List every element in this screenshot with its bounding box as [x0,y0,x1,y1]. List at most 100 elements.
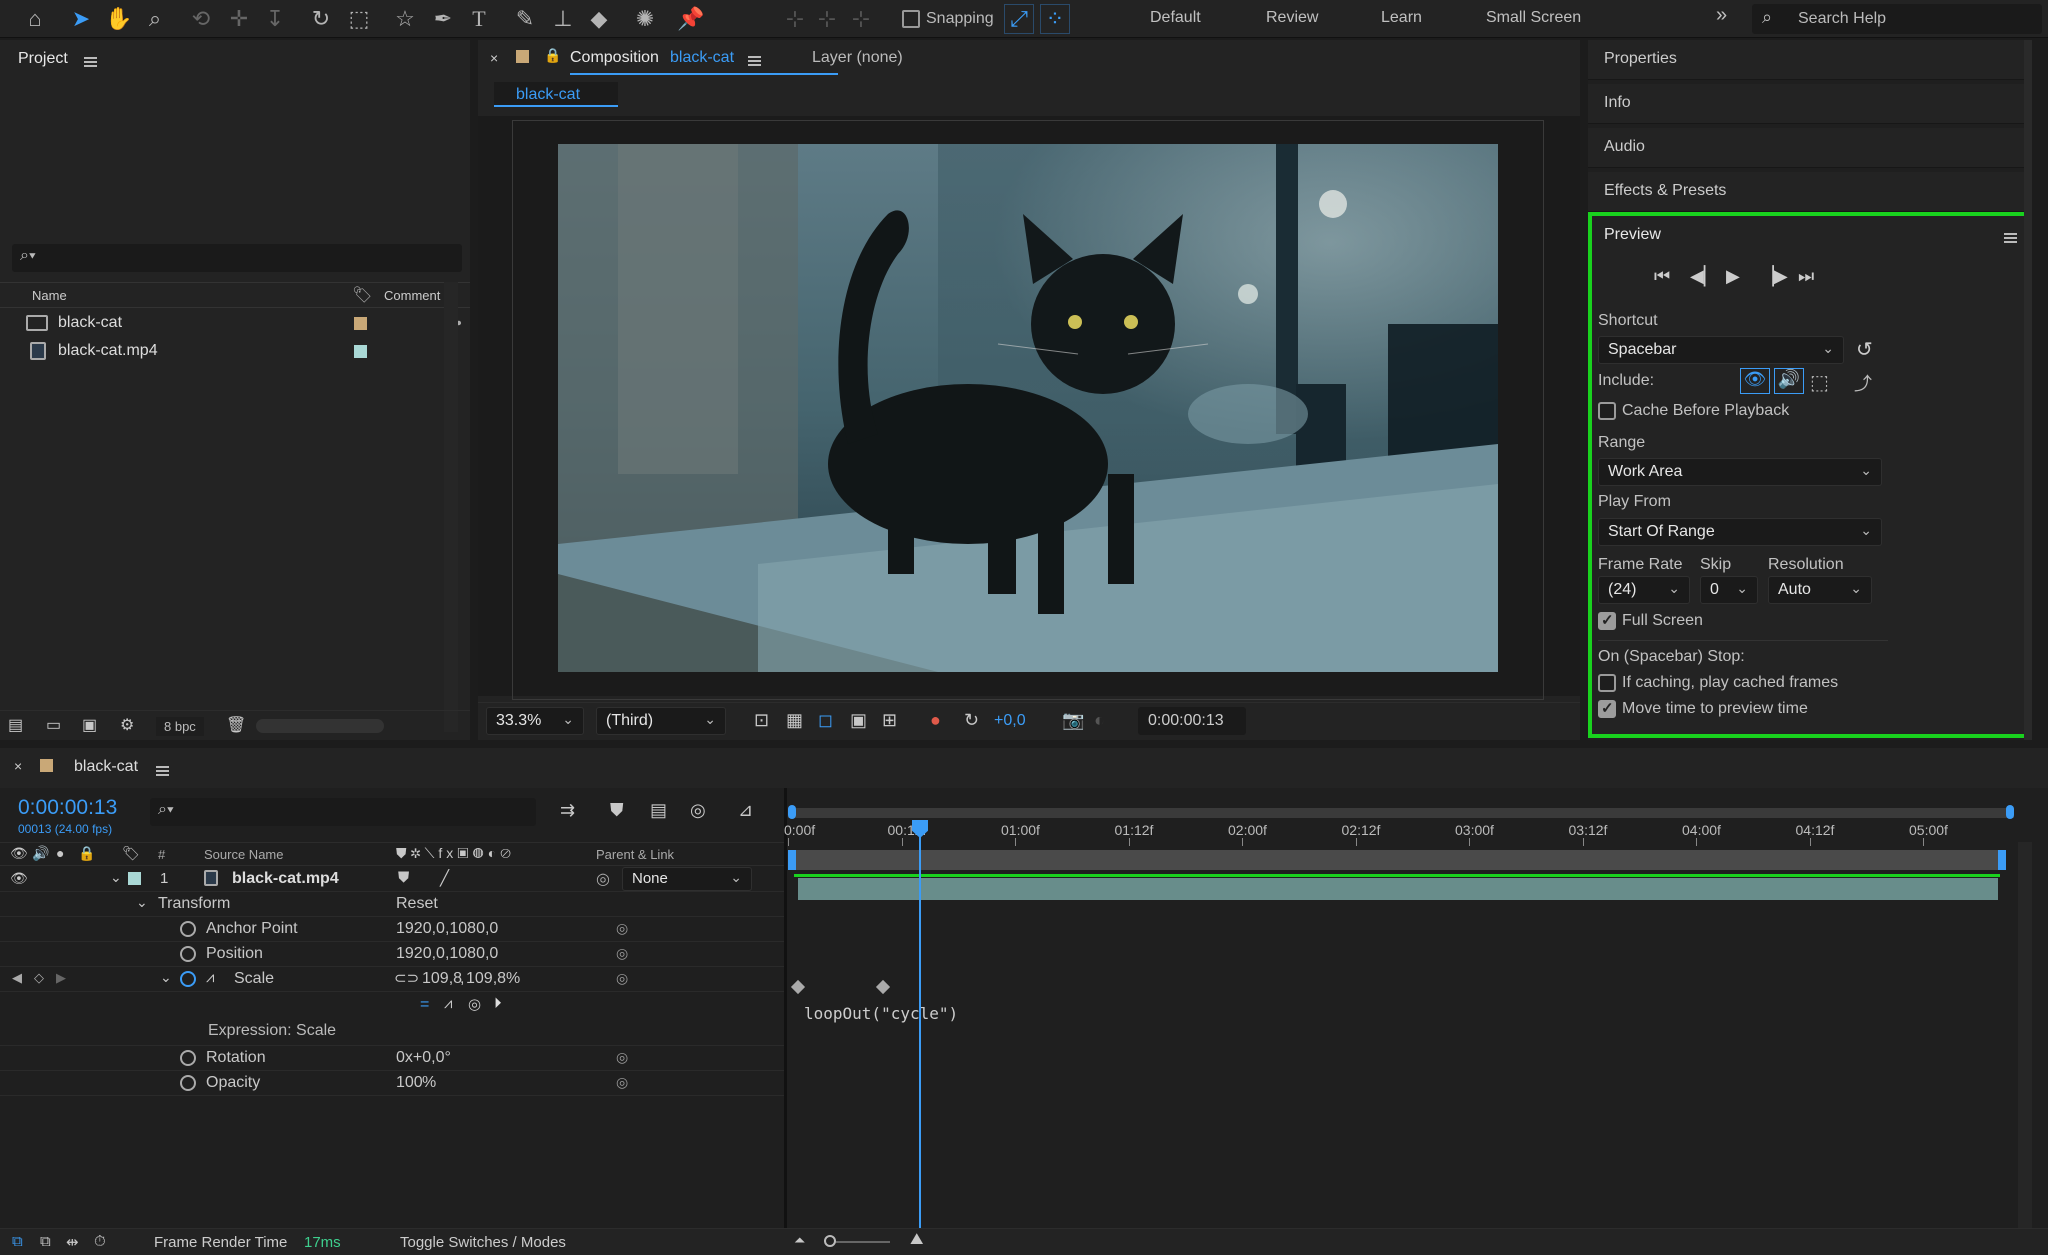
pan-behind-tool-icon[interactable]: ⬚ [344,4,374,34]
resolution-dropdown[interactable]: Auto ⌄ [1768,576,1872,604]
fast-preview-icon[interactable]: ⊡ [754,710,769,731]
next-keyframe-icon[interactable]: ▶ [56,970,66,986]
timeline-scrollbar[interactable] [2018,842,2032,1228]
layer-switches-toggle-icon[interactable]: ⧉ [12,1233,23,1250]
composition-menu-icon[interactable] [748,52,761,69]
project-item-black-cat[interactable]: black-cat ⊶ [0,310,470,336]
anchor-point-value[interactable]: 1920,0,1080,0 [396,920,498,938]
frame-rate-dropdown[interactable]: (24) ⌄ [1598,576,1690,604]
scale-keyframe[interactable] [790,979,806,995]
close-tab-icon[interactable]: × [490,50,498,66]
composition-tab-name[interactable]: black-cat [670,49,734,67]
orbit-camera-icon[interactable]: ⟲ [186,4,216,34]
comp-breadcrumb[interactable]: black-cat [494,82,618,107]
include-video-eye-icon[interactable]: 👁 [1740,368,1770,394]
range-dropdown[interactable]: Work Area ⌄ [1598,458,1882,486]
previous-frame-icon[interactable]: ◀▏ [1690,266,1718,287]
work-area-start-handle[interactable] [788,850,796,870]
quality-icon[interactable]: ╱ [440,869,449,887]
transfer-controls-toggle-icon[interactable]: ⧉ [40,1233,51,1250]
opacity-row[interactable]: Opacity 100 % ◎ [0,1071,785,1096]
expression-editor-text[interactable]: loopOut("cycle") [804,1004,958,1023]
scale-expand-chevron-icon[interactable]: ⌄ [160,969,172,986]
anchor-point-row[interactable]: Anchor Point 1920,0,1080,0 ◎ [0,917,785,942]
property-pickwhip-icon[interactable]: ◎ [616,920,628,937]
stopwatch-icon[interactable] [180,946,196,962]
project-scrollbar[interactable] [444,282,458,732]
axis-local-icon[interactable]: ⊹ [780,4,810,34]
draft-3d-icon[interactable]: ⛊ [610,800,624,821]
lock-switch-icon[interactable]: 🔒 [78,845,95,862]
graph-icon[interactable]: ⩘ [206,969,214,986]
more-workspaces-icon[interactable]: » [1716,4,1727,27]
motion-blur-icon[interactable]: ◎ [690,800,706,821]
exposure-value[interactable]: +0,0 [994,712,1026,730]
col-name[interactable]: Name [32,288,67,303]
timeline-comp-tab[interactable]: black-cat [74,758,138,776]
region-of-interest-icon[interactable]: ▣ [850,710,867,731]
mask-visibility-icon[interactable]: ◻ [818,710,833,731]
snap-edges-icon[interactable]: ⤢ [1004,4,1034,34]
viewer-timecode[interactable]: 0:00:00:13 [1138,707,1246,735]
position-value[interactable]: 1920,0,1080,0 [396,945,498,963]
scale-keyframe[interactable] [875,979,891,995]
project-panel-menu-icon[interactable] [84,53,97,70]
grid-guides-icon[interactable]: ⊞ [882,710,897,731]
full-screen-checkbox[interactable] [1598,611,1616,630]
preview-menu-icon[interactable] [2004,229,2017,246]
clone-stamp-tool-icon[interactable]: ⊥ [548,4,578,34]
toggle-switches-modes-button[interactable]: Toggle Switches / Modes [400,1234,566,1251]
project-search-input[interactable]: ⌕▾ [12,244,462,272]
include-overlays-icon[interactable]: ⬚ [1810,370,1829,395]
viewer-area[interactable] [478,116,1580,700]
in-out-toggle-icon[interactable]: ⇹ [66,1233,79,1251]
layer-expand-chevron-icon[interactable]: ⌄ [110,869,122,886]
effects-presets-panel-tab[interactable]: Effects & Presets [1588,172,2028,212]
expression-pickwhip-icon[interactable]: ◎ [468,995,481,1013]
info-panel-tab[interactable]: Info [1588,84,2028,124]
audio-panel-tab[interactable]: Audio [1588,128,2028,168]
col-source-name[interactable]: Source Name [204,847,283,862]
type-tool-icon[interactable]: T [464,4,494,34]
axis-view-icon[interactable]: ⊹ [846,4,876,34]
add-keyframe-icon[interactable]: ◇ [34,970,44,986]
snapping-checkbox[interactable] [902,10,920,28]
current-time-display[interactable]: 0:00:00:13 [18,796,117,820]
reset-exposure-icon[interactable]: ↻ [964,710,979,731]
expression-graph-icon[interactable]: ⩘ [444,995,452,1012]
composition-mini-flowchart-icon[interactable]: ⇉ [560,800,575,821]
timeline-menu-icon[interactable] [156,762,169,779]
rotation-row[interactable]: Rotation 0x+0,0° ◎ [0,1046,785,1071]
lock-icon[interactable]: 🔒 [544,47,561,64]
enable-expression-icon[interactable]: = [420,996,429,1014]
right-panel-scrollbar[interactable] [2024,40,2032,740]
thumbnail-size-slider[interactable] [256,719,384,733]
expression-language-menu-icon[interactable]: ⏵ [494,995,502,1012]
transform-expand-chevron-icon[interactable]: ⌄ [136,894,148,911]
magnification-dropdown[interactable]: 33.3% ⌄ [486,707,584,735]
property-pickwhip-icon[interactable]: ◎ [616,970,628,987]
audio-switch-icon[interactable]: 🔊 [32,845,49,862]
property-pickwhip-icon[interactable]: ◎ [616,1049,628,1066]
video-switch-icon[interactable]: 👁 [10,845,28,862]
brush-tool-icon[interactable]: ✎ [510,4,540,34]
first-frame-icon[interactable]: ⏮ [1654,266,1670,287]
shortcut-dropdown[interactable]: Spacebar ⌄ [1598,336,1844,364]
interpret-footage-icon[interactable]: ▤ [8,715,23,735]
pen-tool-icon[interactable]: ✒ [428,4,458,34]
time-navigator-start-handle[interactable] [788,805,796,819]
work-area-bar[interactable] [788,850,2006,870]
label-tag-icon[interactable]: 🏷 [352,285,372,305]
layer-label-swatch[interactable] [128,872,141,885]
collapse-transform-icon[interactable]: ⛊ [398,869,409,886]
zoom-in-icon[interactable]: ⛰ [910,1231,923,1249]
timeline-search-input[interactable]: ⌕▾ [150,798,536,826]
opacity-value[interactable]: 100 [396,1074,423,1092]
shape-tool-icon[interactable]: ☆ [390,4,420,34]
workspace-default[interactable]: Default [1150,9,1201,27]
close-tab-icon[interactable]: × [14,758,22,774]
project-item-black-cat-mp4[interactable]: black-cat.mp4 [0,338,470,364]
snap-features-icon[interactable]: ⁘ [1040,4,1070,34]
zoom-out-icon[interactable]: ⏶ [794,1232,805,1249]
next-frame-icon[interactable]: ▕▶ [1760,266,1788,287]
